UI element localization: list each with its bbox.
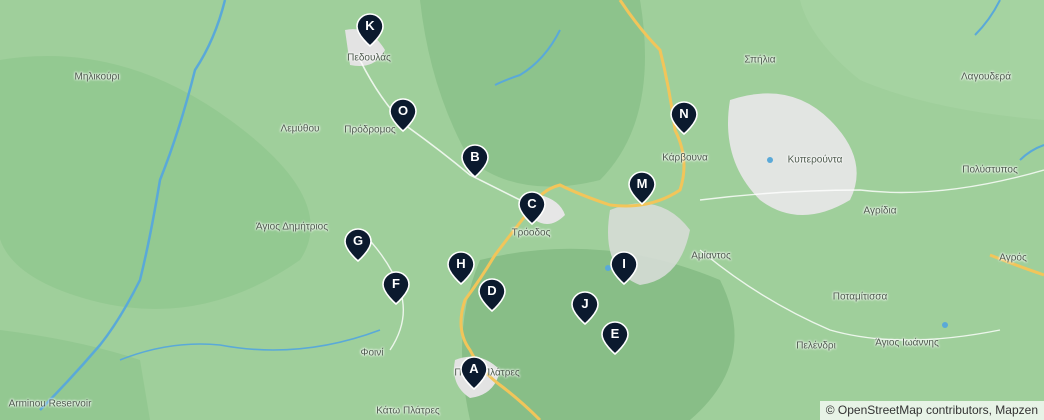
map-marker-j[interactable]: J xyxy=(571,291,599,325)
marker-label: K xyxy=(365,18,375,33)
place-label-lagoudera: Λαγουδερά xyxy=(961,71,1011,83)
place-label-polystypos: Πολύστυπος xyxy=(962,164,1018,176)
marker-label: N xyxy=(679,106,689,121)
place-label-spilia: Σπήλια xyxy=(744,54,776,66)
map-marker-n[interactable]: N xyxy=(670,101,698,135)
map-attribution: © OpenStreetMap contributors, Mapzen xyxy=(819,401,1044,420)
map-marker-o[interactable]: O xyxy=(389,98,417,132)
place-label-foini: Φοινί xyxy=(360,347,384,359)
map-marker-a[interactable]: A xyxy=(460,356,488,390)
place-label-arminou: Arminou Reservoir xyxy=(8,398,92,410)
place-label-agridia: Αγρίδια xyxy=(863,205,897,217)
marker-label: A xyxy=(469,361,479,376)
map-marker-m[interactable]: M xyxy=(628,171,656,205)
place-label-kyperounta: Κυπερούντα xyxy=(787,154,843,166)
map-marker-b[interactable]: B xyxy=(461,144,489,178)
map-marker-k[interactable]: K xyxy=(356,13,384,47)
map-marker-f[interactable]: F xyxy=(382,271,410,305)
map-marker-d[interactable]: D xyxy=(478,278,506,312)
map-marker-i[interactable]: I xyxy=(610,251,638,285)
place-label-prodromos: Πρόδρομος xyxy=(344,124,396,136)
map-marker-h[interactable]: H xyxy=(447,251,475,285)
marker-label: J xyxy=(581,296,589,311)
marker-label: F xyxy=(392,276,400,291)
place-label-pedoulas: Πεδουλάς xyxy=(347,52,391,64)
map-marker-g[interactable]: G xyxy=(344,228,372,262)
place-label-troodos: Τρόοδος xyxy=(511,227,551,239)
marker-label: C xyxy=(527,196,537,211)
place-label-milikouri: Μηλικούρι xyxy=(74,71,120,83)
marker-label: H xyxy=(456,256,466,271)
map-marker-c[interactable]: C xyxy=(518,191,546,225)
marker-label: I xyxy=(622,256,626,271)
place-label-karvouna: Κάρβουνα xyxy=(662,152,708,164)
map-view[interactable]: Πεδουλάς Μηλικούρι Λεμύθου Πρόδρομος Άγιος Δ… xyxy=(0,0,1044,420)
place-label-pelendri: Πελένδρι xyxy=(796,340,836,352)
map-marker-e[interactable]: E xyxy=(601,321,629,355)
place-label-kato-platres: Κάτω Πλάτρες xyxy=(376,405,440,417)
place-label-amiantos: Αμίαντος xyxy=(691,250,731,262)
marker-label: G xyxy=(352,233,364,248)
marker-label: E xyxy=(610,326,620,341)
place-label-potamitissa: Ποταμίτισσα xyxy=(832,291,888,303)
marker-label: D xyxy=(487,283,497,298)
marker-label: O xyxy=(397,103,409,118)
place-label-agros: Αγρός xyxy=(999,252,1027,264)
place-label-agios-dimitrios: Άγιος Δημήτριος xyxy=(255,221,329,233)
marker-label: M xyxy=(636,176,648,191)
place-label-agios-ioannis: Άγιος Ιωάννης xyxy=(875,337,939,349)
place-label-lemythou: Λεμύθου xyxy=(280,123,320,135)
marker-label: B xyxy=(470,149,480,164)
